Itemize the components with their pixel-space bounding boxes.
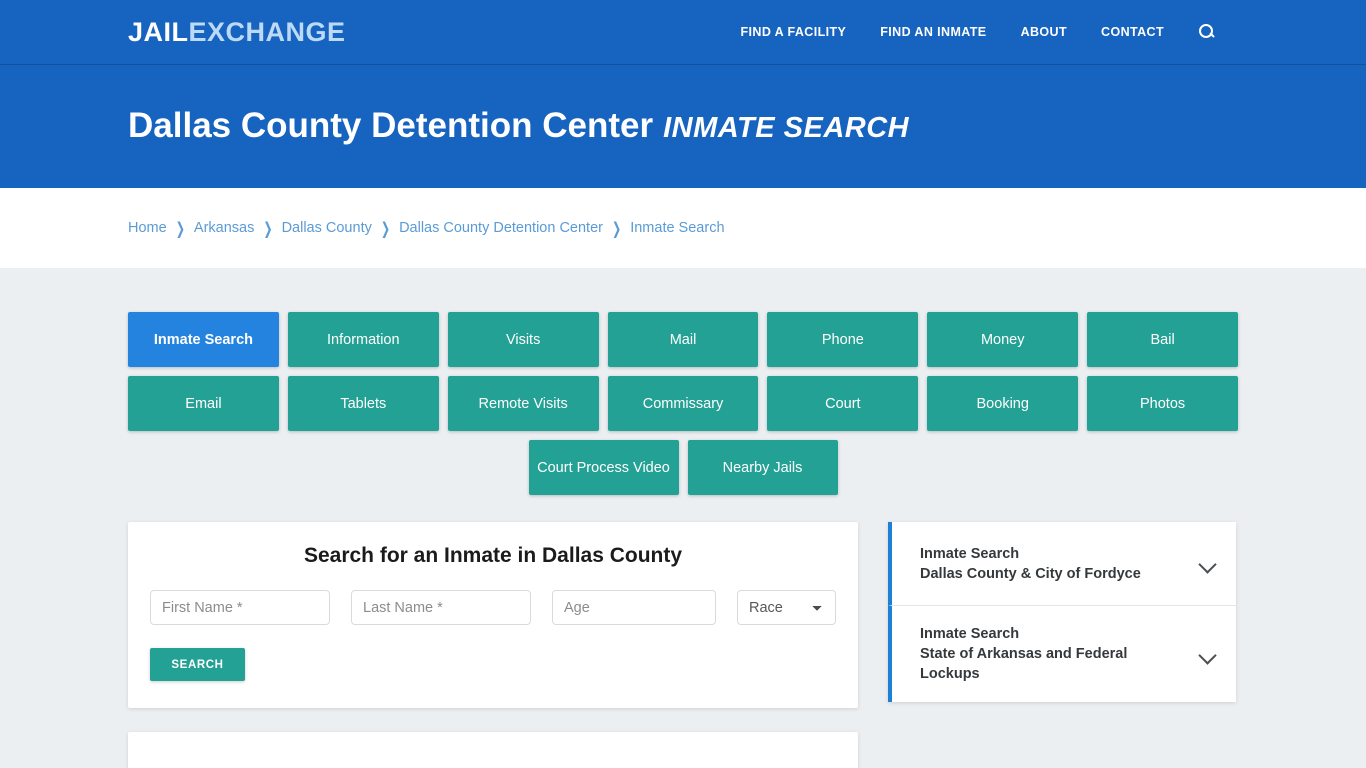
- main-nav: FIND A FACILITY FIND AN INMATE ABOUT CON…: [741, 23, 1217, 41]
- tab-mail[interactable]: Mail: [607, 312, 759, 367]
- tab-commissary[interactable]: Commissary: [607, 376, 759, 431]
- tab-money[interactable]: Money: [927, 312, 1079, 367]
- tab-inmate-search[interactable]: Inmate Search: [128, 312, 279, 367]
- search-submit-button[interactable]: SEARCH: [150, 648, 245, 681]
- site-logo[interactable]: JAILEXCHANGE: [128, 17, 346, 48]
- page-banner: Dallas County Detention Center INMATE SEA…: [0, 65, 1366, 188]
- breadcrumb-separator: ❯: [611, 219, 622, 238]
- tab-row-2: Email Tablets Remote Visits Commissary C…: [128, 376, 1239, 431]
- tab-remote-visits[interactable]: Remote Visits: [447, 376, 599, 431]
- page-title-main: Dallas County Detention Center: [128, 106, 654, 146]
- tab-booking[interactable]: Booking: [927, 376, 1079, 431]
- first-name-input[interactable]: [150, 590, 330, 625]
- tab-row-1: Inmate Search Information Visits Mail Ph…: [128, 312, 1239, 367]
- accordion-item-subtitle: State of Arkansas and Federal Lockups: [920, 646, 1128, 682]
- search-form-heading: Search for an Inmate in Dallas County: [303, 544, 683, 567]
- logo-text-secondary: EXCHANGE: [188, 16, 346, 47]
- right-column: Inmate Search Dallas County & City of Fo…: [888, 522, 1236, 702]
- accordion-item-dallas-county[interactable]: Inmate Search Dallas County & City of Fo…: [888, 522, 1236, 606]
- breadcrumb: Home ❯ Arkansas ❯ Dallas County ❯ Dallas…: [128, 219, 725, 238]
- tab-row-3: Court Process Video Nearby Jails: [128, 440, 1238, 495]
- inmate-search-card: Search for an Inmate in Dallas County Ra…: [128, 522, 858, 708]
- content-columns: Search for an Inmate in Dallas County Ra…: [128, 522, 1238, 768]
- page-title-sub: INMATE SEARCH: [663, 112, 910, 145]
- tab-nearby-jails[interactable]: Nearby Jails: [687, 440, 838, 495]
- breadcrumb-item-dallas-county-detention-center[interactable]: Dallas County Detention Center: [399, 220, 603, 236]
- tab-email[interactable]: Email: [128, 376, 279, 431]
- nav-item-find-a-facility[interactable]: FIND A FACILITY: [741, 25, 847, 39]
- top-navigation-bar: JAILEXCHANGE FIND A FACILITY FIND AN INM…: [0, 0, 1366, 65]
- race-select[interactable]: Race: [737, 590, 836, 625]
- nav-item-contact[interactable]: CONTACT: [1101, 25, 1164, 39]
- breadcrumb-bar: Home ❯ Arkansas ❯ Dallas County ❯ Dallas…: [0, 188, 1366, 268]
- accordion-item-subtitle: Dallas County & City of Fordyce: [920, 565, 1141, 582]
- tab-tablets[interactable]: Tablets: [287, 376, 439, 431]
- tab-court[interactable]: Court: [767, 376, 919, 431]
- breadcrumb-item-arkansas[interactable]: Arkansas: [194, 220, 254, 236]
- accordion-item-title: Inmate Search: [920, 626, 1020, 642]
- tab-bail[interactable]: Bail: [1087, 312, 1239, 367]
- accordion-item-state-arkansas[interactable]: Inmate Search State of Arkansas and Fede…: [888, 606, 1236, 702]
- accordion-item-text: Inmate Search State of Arkansas and Fede…: [920, 624, 1187, 684]
- tab-court-process-video[interactable]: Court Process Video: [528, 440, 679, 495]
- breadcrumb-separator: ❯: [175, 219, 185, 238]
- tab-photos[interactable]: Photos: [1087, 376, 1239, 431]
- breadcrumb-item-home[interactable]: Home: [128, 220, 167, 236]
- tab-information[interactable]: Information: [287, 312, 439, 367]
- search-icon[interactable]: [1198, 23, 1216, 41]
- left-column: Search for an Inmate in Dallas County Ra…: [128, 522, 858, 768]
- secondary-content-card: [128, 732, 858, 768]
- facility-tab-grid: Inmate Search Information Visits Mail Ph…: [128, 268, 1239, 495]
- logo-text-primary: JAIL: [128, 16, 189, 47]
- inmate-search-accordion: Inmate Search Dallas County & City of Fo…: [888, 522, 1236, 702]
- search-form-fields: Race: [150, 590, 836, 625]
- nav-item-find-an-inmate[interactable]: FIND AN INMATE: [880, 25, 986, 39]
- age-input[interactable]: [552, 590, 716, 625]
- chevron-down-icon[interactable]: [1199, 555, 1216, 572]
- breadcrumb-item-inmate-search[interactable]: Inmate Search: [630, 220, 724, 236]
- breadcrumb-item-dallas-county[interactable]: Dallas County: [282, 220, 372, 236]
- tab-visits[interactable]: Visits: [447, 312, 599, 367]
- page-title: Dallas County Detention Center INMATE SEA…: [128, 107, 909, 146]
- accordion-item-text: Inmate Search Dallas County & City of Fo…: [920, 544, 1187, 584]
- nav-item-about[interactable]: ABOUT: [1021, 25, 1067, 39]
- last-name-input[interactable]: [351, 590, 531, 625]
- breadcrumb-separator: ❯: [263, 219, 273, 238]
- breadcrumb-separator: ❯: [380, 219, 391, 238]
- page-content: Inmate Search Information Visits Mail Ph…: [0, 268, 1366, 768]
- chevron-down-icon[interactable]: [1199, 646, 1216, 663]
- accordion-item-title: Inmate Search: [920, 545, 1020, 562]
- tab-phone[interactable]: Phone: [767, 312, 919, 367]
